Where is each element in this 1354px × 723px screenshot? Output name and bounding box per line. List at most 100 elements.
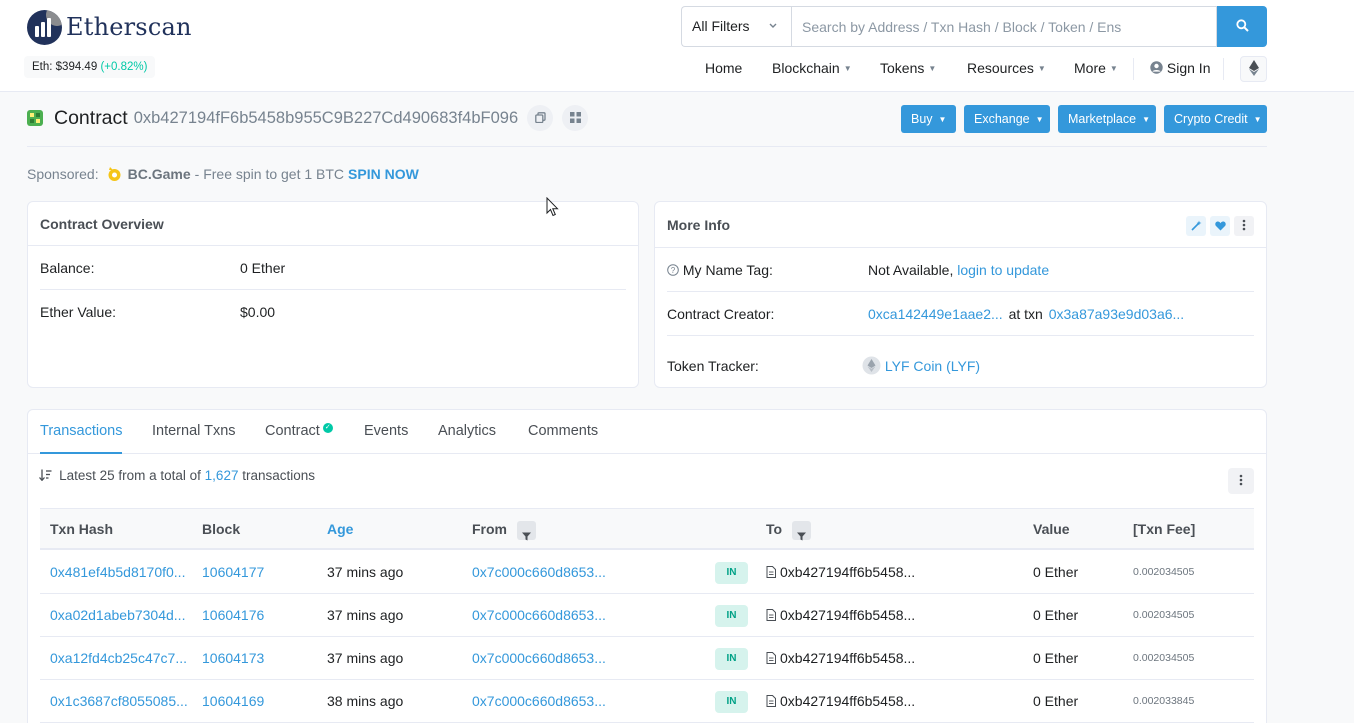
- ether-value-value: $0.00: [240, 304, 276, 320]
- more-options-button[interactable]: [1234, 216, 1254, 236]
- nav-resources[interactable]: Resources ▼: [967, 56, 1046, 80]
- to-address[interactable]: 0xb427194ff6b5458...: [766, 551, 915, 593]
- name-tag-label: My Name Tag:: [682, 262, 773, 278]
- contract-file-icon: [766, 595, 776, 637]
- network-switch-button[interactable]: [1240, 56, 1267, 82]
- from-address-link[interactable]: 0x7c000c660d8653...: [472, 637, 606, 679]
- at-txn-text: at txn: [1008, 306, 1043, 322]
- sign-in-link[interactable]: Sign In: [1150, 56, 1210, 80]
- filter-icon[interactable]: [791, 520, 811, 541]
- edit-button[interactable]: [1186, 216, 1206, 236]
- col-age-toggle[interactable]: Age: [327, 509, 353, 549]
- svg-text:?: ?: [671, 266, 676, 275]
- contract-creator-row: Contract Creator: 0xca142449e1aae2... at…: [667, 292, 1254, 336]
- question-circle-icon[interactable]: ?: [667, 262, 683, 278]
- sponsored-banner: Sponsored: BC.Game - Free spin to get 1 …: [27, 166, 419, 182]
- block-link[interactable]: 10604173: [202, 637, 264, 679]
- search-filter-label: All Filters: [692, 18, 750, 34]
- contract-address: 0xb427194fF6b5458b955C9B227Cd490683f4bF0…: [133, 108, 519, 127]
- user-circle-icon: [1150, 60, 1167, 76]
- to-address[interactable]: 0xb427194ff6b5458...: [766, 594, 915, 636]
- token-tracker-value: LYF Coin (LYF): [862, 344, 980, 388]
- marketplace-button[interactable]: Marketplace ▼: [1058, 105, 1156, 133]
- direction-badge: IN: [715, 605, 748, 627]
- from-address-link[interactable]: 0x7c000c660d8653...: [472, 551, 606, 593]
- search-input[interactable]: [791, 6, 1217, 47]
- chevron-down-icon: ▼: [928, 64, 937, 73]
- favorite-button[interactable]: [1210, 216, 1230, 236]
- col-to: To: [766, 509, 811, 549]
- block-link[interactable]: 10604169: [202, 680, 264, 722]
- nav-more[interactable]: More ▼: [1074, 56, 1118, 80]
- txn-hash-link[interactable]: 0x481ef4b5d8170f0...: [50, 551, 185, 593]
- to-address-text: 0xb427194ff6b5458...: [780, 607, 916, 623]
- block-link[interactable]: 10604177: [202, 551, 264, 593]
- nav-blockchain[interactable]: Blockchain ▼: [772, 56, 852, 80]
- chevron-down-icon: ▼: [1037, 64, 1046, 73]
- exchange-button[interactable]: Exchange ▼: [964, 105, 1050, 133]
- contract-file-icon: [766, 638, 776, 680]
- contract-icon: [26, 109, 44, 127]
- name-tag-row: ? My Name Tag: Not Available, login to u…: [667, 248, 1254, 292]
- chevron-down-icon: ▼: [1253, 115, 1262, 124]
- table-options-button[interactable]: [1228, 468, 1254, 494]
- col-from-label: From: [472, 521, 507, 537]
- spin-now-link[interactable]: SPIN NOW: [348, 166, 419, 182]
- filter-icon[interactable]: [516, 520, 536, 541]
- logo-text: Etherscan: [66, 13, 192, 41]
- nav-tokens-label: Tokens: [880, 60, 925, 76]
- col-value: Value: [1033, 521, 1070, 537]
- buy-button[interactable]: Buy ▼: [901, 105, 956, 133]
- creator-address-link[interactable]: 0xca142449e1aae2...: [868, 306, 1003, 322]
- nav-home[interactable]: Home: [705, 56, 742, 80]
- block-link[interactable]: 10604176: [202, 594, 264, 636]
- chevron-down-icon: ▼: [1035, 115, 1044, 124]
- col-txn-hash: Txn Hash: [50, 521, 114, 537]
- login-to-update-link[interactable]: login to update: [957, 262, 1049, 278]
- search-filter-select[interactable]: All Filters: [681, 6, 791, 47]
- nav-tokens[interactable]: Tokens ▼: [880, 56, 936, 80]
- search-bar: All Filters: [681, 6, 1267, 47]
- txn-count-link[interactable]: 1,627: [205, 468, 239, 483]
- qr-code-button[interactable]: [562, 105, 589, 131]
- copy-icon: [534, 110, 546, 126]
- to-address-text: 0xb427194ff6b5458...: [780, 693, 916, 709]
- tab-transactions[interactable]: Transactions: [40, 410, 123, 454]
- tab-label: Events: [364, 423, 409, 439]
- creator-txn-link[interactable]: 0x3a87a93e9d03a6...: [1049, 306, 1184, 322]
- txn-hash-link[interactable]: 0xa02d1abeb7304d...: [50, 594, 185, 636]
- txn-summary: Latest 25 from a total of 1,627 transact…: [39, 468, 315, 483]
- tab-events[interactable]: Events: [364, 410, 408, 454]
- from-address-link[interactable]: 0x7c000c660d8653...: [472, 594, 606, 636]
- tab-analytics[interactable]: Analytics: [438, 410, 496, 454]
- from-address-link[interactable]: 0x7c000c660d8653...: [472, 680, 606, 722]
- token-tracker-link[interactable]: LYF Coin (LYF): [885, 358, 980, 374]
- divider: [27, 146, 1267, 147]
- balance-label: Balance:: [40, 260, 95, 276]
- card-title: More Info: [655, 202, 1266, 248]
- crypto-credit-button[interactable]: Crypto Credit ▼: [1164, 105, 1267, 133]
- to-address[interactable]: 0xb427194ff6b5458...: [766, 637, 915, 679]
- txn-hash-link[interactable]: 0x1c3687cf8055085...: [50, 680, 188, 722]
- summary-suffix: transactions: [242, 468, 316, 483]
- txn-age: 37 mins ago: [327, 607, 404, 623]
- tab-comments[interactable]: Comments: [528, 410, 598, 454]
- copy-address-button[interactable]: [527, 105, 554, 131]
- search-button[interactable]: [1217, 6, 1267, 47]
- to-address[interactable]: 0xb427194ff6b5458...: [766, 680, 915, 722]
- col-block: Block: [202, 521, 241, 537]
- tab-contract[interactable]: Contract ✓: [265, 410, 333, 454]
- sponsor-brand[interactable]: BC.Game: [128, 166, 191, 182]
- eth-price: Eth: $394.49: [32, 61, 98, 73]
- tab-label: Transactions: [40, 423, 123, 439]
- nav-more-label: More: [1074, 60, 1106, 76]
- col-to-label: To: [766, 521, 783, 537]
- ethereum-icon: [1248, 59, 1259, 79]
- more-info-card: More Info ? My Name Tag: Not Available, …: [654, 201, 1267, 388]
- tab-internal-txns[interactable]: Internal Txns: [152, 410, 236, 454]
- etherscan-logo[interactable]: Etherscan: [27, 9, 192, 45]
- token-icon: [862, 356, 885, 375]
- exchange-label: Exchange: [974, 112, 1030, 126]
- txn-hash-link[interactable]: 0xa12fd4cb25c47c7...: [50, 637, 187, 679]
- ether-value-label: Ether Value:: [40, 304, 117, 320]
